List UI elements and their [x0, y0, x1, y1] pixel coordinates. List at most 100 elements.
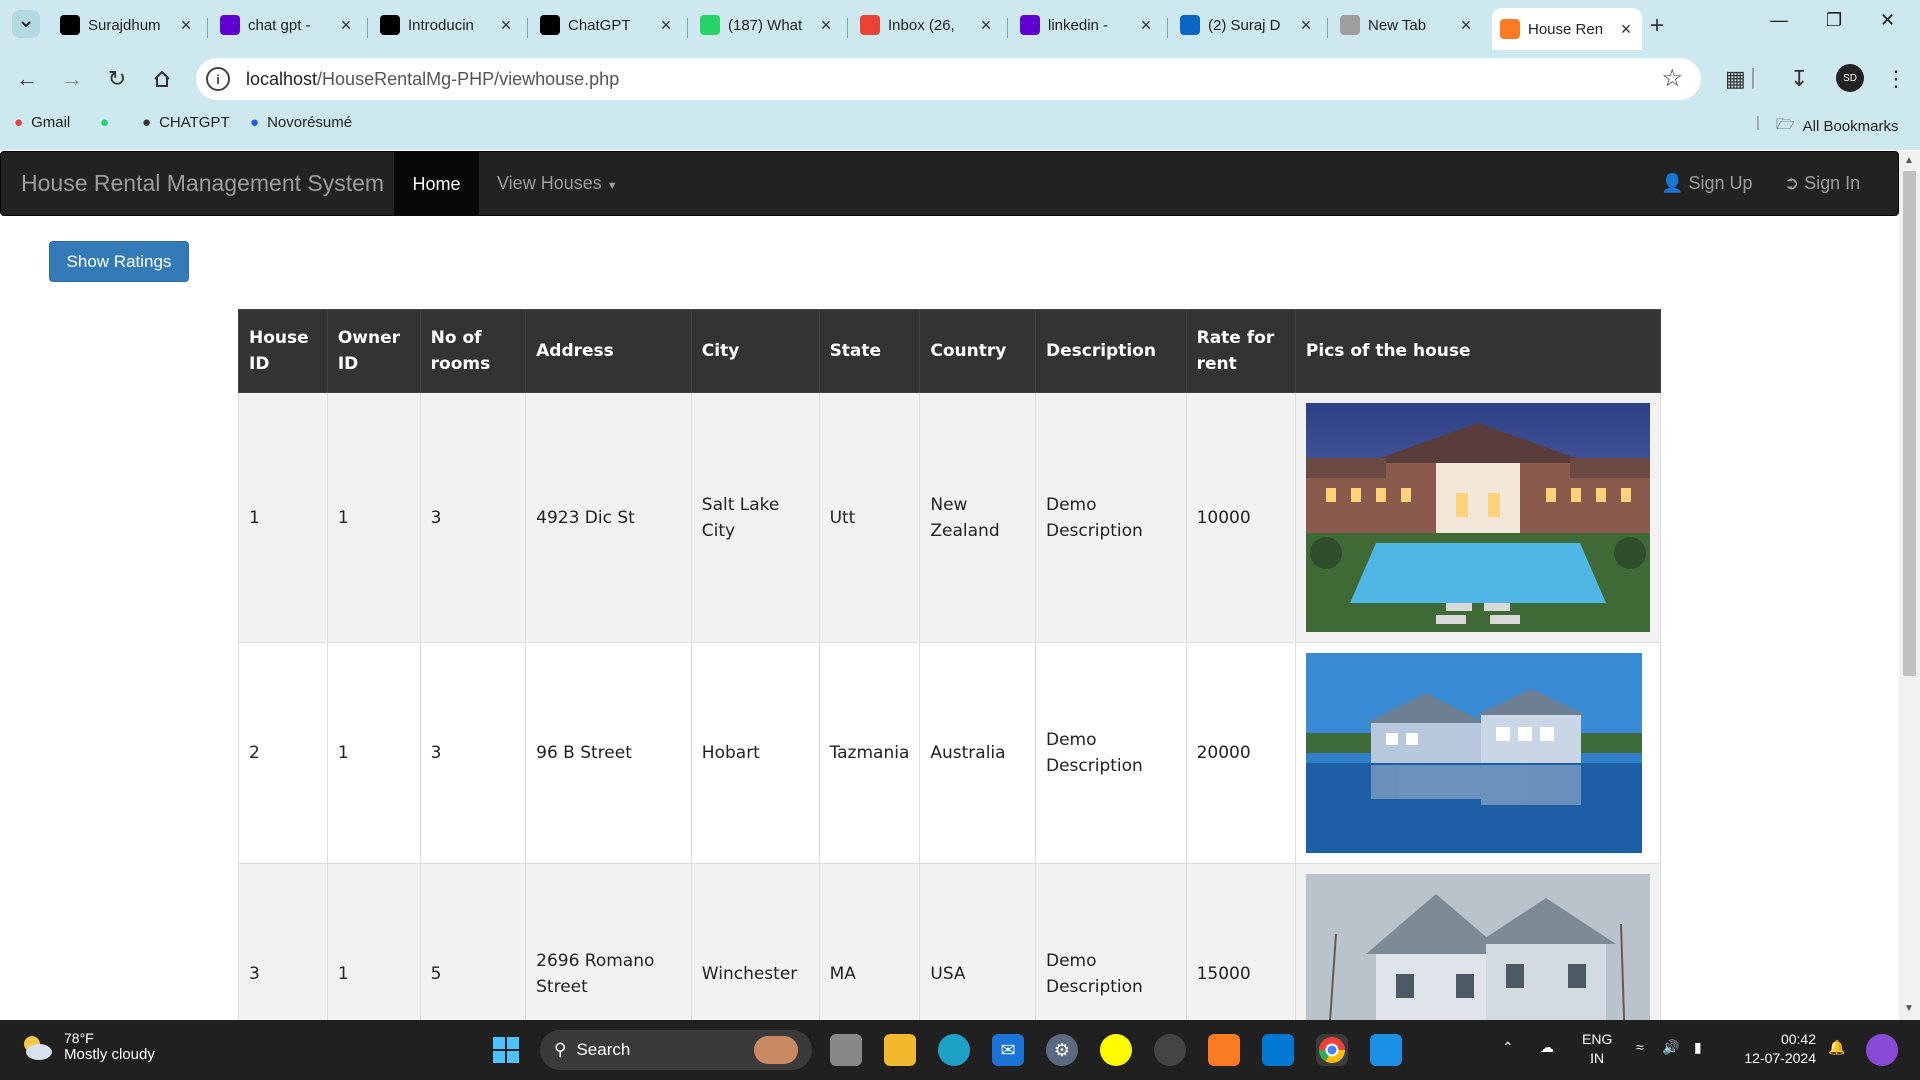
close-tab-icon[interactable]: ×: [498, 15, 514, 36]
bookmarks-divider: |: [1756, 114, 1760, 131]
browser-tab-label: Inbox (26,: [888, 16, 955, 34]
xampp-icon: [1500, 19, 1520, 39]
copilot-icon[interactable]: [1154, 1034, 1186, 1066]
cell-description: Demo Description: [1035, 642, 1187, 864]
yahoo-icon: [220, 15, 240, 35]
page-scrollbar[interactable]: ▲ ▼: [1899, 151, 1920, 1020]
bookmark-star-icon[interactable]: ☆: [1661, 64, 1683, 93]
bookmark-item[interactable]: ●: [100, 114, 117, 131]
settings-icon[interactable]: ⚙: [1046, 1034, 1078, 1066]
restore-icon[interactable]: ❐: [1826, 10, 1842, 31]
header-state: State: [818, 309, 921, 393]
browser-tab[interactable]: New Tab ×: [1332, 8, 1482, 42]
copilot-app-icon[interactable]: [1866, 1034, 1898, 1066]
taskbar-search-label: Search: [576, 1040, 631, 1059]
address-bar[interactable]: i localhost/HouseRentalMg-PHP/viewhouse.…: [196, 58, 1701, 100]
tab-separator: [1167, 18, 1168, 38]
browser-tab-label: Surajdhum: [88, 16, 161, 34]
minimize-icon[interactable]: —: [1770, 10, 1788, 31]
extensions-icon[interactable]: ▦: [1725, 66, 1746, 92]
tab-separator: [1007, 18, 1008, 38]
new-tab-icon[interactable]: +: [1650, 12, 1664, 40]
chrome-icon[interactable]: [1316, 1034, 1348, 1066]
gmail-icon: [860, 15, 880, 35]
onedrive-icon[interactable]: ☁: [1540, 1038, 1554, 1057]
close-tab-icon[interactable]: ×: [178, 15, 194, 36]
cell-owner-id: 1: [326, 863, 421, 1020]
bookmarks-bar: ● Gmail ● ● CHATGPT ● Novorésumé | 🗁 All Bookm…: [0, 108, 1920, 142]
menu-kebab-icon[interactable]: ⋮: [1885, 66, 1907, 92]
mail-icon[interactable]: ✉: [992, 1034, 1024, 1066]
taskbar-search[interactable]: ⚲ Search: [540, 1030, 812, 1070]
cell-city: Hobart: [690, 642, 820, 864]
xampp-icon[interactable]: [1208, 1034, 1240, 1066]
close-tab-icon[interactable]: ×: [1618, 19, 1634, 40]
site-brand[interactable]: House Rental Management System: [21, 170, 384, 197]
weather-widget[interactable]: 78°F Mostly cloudy: [20, 1030, 155, 1063]
nav-home[interactable]: Home: [394, 152, 479, 216]
windows-start-icon[interactable]: [490, 1034, 522, 1066]
language-indicator[interactable]: ENG IN: [1582, 1030, 1612, 1068]
cell-address: 96 B Street: [525, 642, 692, 864]
browser-tab[interactable]: linkedin - ×: [1012, 8, 1162, 42]
openai-icon: [380, 15, 400, 35]
close-tab-icon[interactable]: ×: [818, 15, 834, 36]
browser-tab[interactable]: Surajdhum ×: [52, 8, 202, 42]
download-icon[interactable]: ↧: [1790, 66, 1808, 92]
reload-icon[interactable]: ↻: [104, 66, 130, 92]
browser-tab[interactable]: Inbox (26, ×: [852, 8, 1002, 42]
browser-tab[interactable]: Introducin ×: [372, 8, 522, 42]
openai-icon: ●: [142, 114, 152, 131]
notification-bell-icon[interactable]: 🔔: [1828, 1038, 1845, 1057]
volume-icon[interactable]: 🔊: [1662, 1038, 1679, 1057]
bookmark-item[interactable]: ● Novorésumé: [250, 114, 352, 131]
show-hidden-icons[interactable]: ⌃: [1502, 1038, 1514, 1057]
back-icon[interactable]: ←: [14, 66, 40, 92]
notepad-icon[interactable]: [1370, 1034, 1402, 1066]
bookmark-item[interactable]: ● CHATGPT: [142, 114, 230, 131]
browser-tab[interactable]: chat gpt - ×: [212, 8, 362, 42]
show-ratings-button[interactable]: Show Ratings: [49, 241, 189, 282]
nav-sign-in[interactable]: ➲ Sign In: [1784, 173, 1860, 194]
home-icon[interactable]: [149, 66, 175, 92]
wifi-icon[interactable]: ≈: [1636, 1038, 1644, 1057]
nav-sign-up-label: Sign Up: [1688, 173, 1753, 193]
scroll-down-icon[interactable]: ▼: [1904, 1003, 1914, 1014]
close-tab-icon[interactable]: ×: [1458, 15, 1474, 36]
battery-icon[interactable]: ▮: [1694, 1038, 1702, 1057]
nav-sign-up[interactable]: 👤 Sign Up: [1661, 173, 1752, 194]
browser-tab[interactable]: (2) Suraj D ×: [1172, 8, 1322, 42]
shell-icon: [754, 1036, 798, 1064]
edge-icon[interactable]: [938, 1034, 970, 1066]
task-view-icon[interactable]: [830, 1034, 862, 1066]
close-window-icon[interactable]: ✕: [1880, 10, 1895, 31]
close-tab-icon[interactable]: ×: [1298, 15, 1314, 36]
nav-view-houses[interactable]: View Houses ▼: [497, 173, 618, 194]
site-info-icon[interactable]: i: [206, 67, 230, 91]
close-tab-icon[interactable]: ×: [1138, 15, 1154, 36]
bookmark-item[interactable]: ● Gmail: [14, 114, 70, 131]
house-photo: [1305, 874, 1650, 1020]
browser-tab[interactable]: (187) What ×: [692, 8, 842, 42]
address-url: localhost/HouseRentalMg-PHP/viewhouse.ph…: [246, 69, 619, 90]
all-bookmarks[interactable]: 🗁 All Bookmarks: [1776, 114, 1898, 139]
file-explorer-icon[interactable]: [884, 1034, 916, 1066]
url-host: localhost: [246, 68, 318, 89]
close-tab-icon[interactable]: ×: [338, 15, 354, 36]
snapchat-icon[interactable]: [1100, 1034, 1132, 1066]
browser-tab[interactable]: ChatGPT ×: [532, 8, 682, 42]
windows-taskbar: 78°F Mostly cloudy ⚲ Search ✉ ⚙ ⌃ ☁ ENG …: [0, 1020, 1920, 1080]
scrollbar-thumb[interactable]: [1903, 171, 1916, 676]
tab-search-dropdown-icon[interactable]: [12, 10, 40, 38]
browser-tab[interactable]: House Ren ×: [1492, 8, 1642, 50]
forward-icon[interactable]: →: [59, 66, 85, 92]
cell-owner-id: 1: [326, 392, 421, 643]
clock[interactable]: 00:42 12-07-2024: [1736, 1030, 1816, 1068]
header-city: City: [690, 309, 820, 393]
scroll-up-icon[interactable]: ▲: [1904, 155, 1914, 166]
vscode-icon[interactable]: [1262, 1034, 1294, 1066]
profile-avatar[interactable]: SD: [1836, 64, 1864, 92]
close-tab-icon[interactable]: ×: [658, 15, 674, 36]
header-address: Address: [525, 309, 692, 393]
close-tab-icon[interactable]: ×: [978, 15, 994, 36]
